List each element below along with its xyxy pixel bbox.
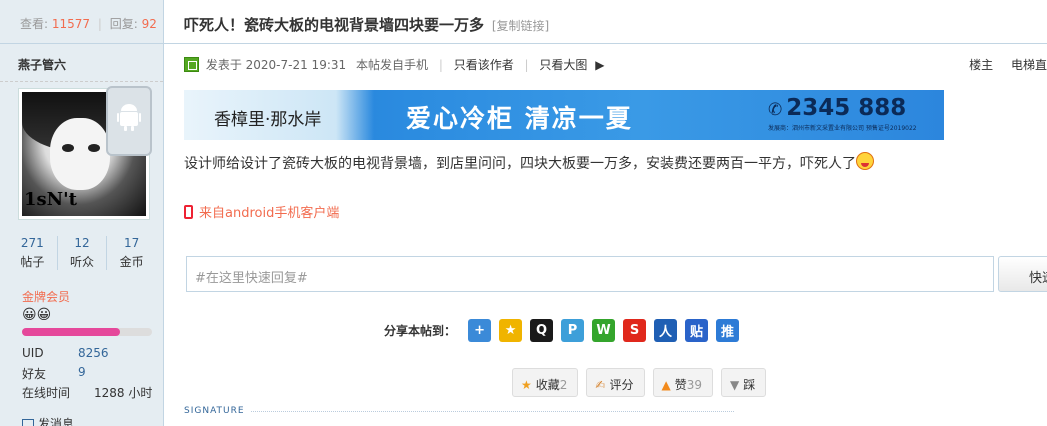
ad-banner[interactable]: 香樟里·那水岸 爱心冷柜 清凉一夏 ✆ 2345 888 发展商：泗州市新文采置业…	[184, 90, 944, 140]
up-arrow-icon: ▲	[661, 378, 671, 392]
share-label: 分享本帖到：	[384, 323, 457, 338]
copy-link[interactable]: [复制链接]	[492, 19, 549, 33]
quick-reply-input[interactable]: #在这里快速回复#	[186, 256, 994, 292]
like-button-count: 39	[686, 378, 703, 392]
banner-phone: ✆ 2345 888	[768, 95, 907, 121]
meta-online-time: 在线时间 1288 小时	[22, 386, 153, 400]
post-content: 设计师给设计了瓷砖大板的电视背景墙，到店里问问，四块大板要一万多，安装费还要两百…	[184, 152, 874, 173]
star-icon: ★	[521, 378, 532, 392]
rank-smiley-icon: 😀😀	[22, 307, 52, 323]
send-message-link[interactable]: 发消息	[22, 415, 74, 426]
author-name[interactable]: 燕子管六	[0, 44, 163, 82]
replies-count: 92	[141, 17, 157, 31]
wechat-icon[interactable]: W	[592, 318, 616, 342]
post-meta: 发表于 2020-7-21 19:31 本帖发自手机 | 只看该作者 | 只看大…	[184, 56, 1047, 74]
qq-icon[interactable]: Q	[530, 318, 554, 342]
dislike-button[interactable]: ▼ 踩	[721, 368, 767, 397]
rate-button[interactable]: ✍ 评分	[586, 368, 645, 397]
online-status-icon	[184, 57, 199, 72]
qzone-icon[interactable]: ★	[499, 318, 523, 342]
renren-icon[interactable]: 人	[654, 318, 678, 342]
author-counts: 271 帖子 12 听众 17 金币	[0, 236, 164, 270]
thread-page: 查看: 11577 | 回复: 92 燕子管六 1sN't 271 帖子 12 …	[0, 0, 1047, 426]
phone-icon: ✆	[768, 100, 783, 120]
views-count: 11577	[51, 17, 91, 31]
post-area: 吓死人！瓷砖大板的电视背景墙四块要一万多 [复制链接] 发表于 2020-7-2…	[164, 0, 1047, 426]
like-button-label: 赞	[674, 378, 687, 392]
favorite-button-count: 2	[559, 378, 568, 392]
signature-divider: SIGNATURE	[184, 406, 734, 416]
scared-emoji-icon	[856, 152, 874, 170]
replies-label: 回复:	[109, 17, 138, 31]
member-rank[interactable]: 金牌会员	[22, 288, 70, 305]
mobile-icon	[184, 205, 193, 219]
thread-title: 吓死人！瓷砖大板的电视背景墙四块要一万多	[184, 16, 485, 34]
quick-reply-button[interactable]: 快速	[998, 256, 1047, 292]
count-coins[interactable]: 17 金币	[107, 236, 156, 270]
post-actions: ★ 收藏2 ✍ 评分 ▲ 赞39 ▼ 踩	[512, 368, 774, 397]
arrow-right-icon: ▶	[595, 58, 605, 72]
banner-slogan: 爱心冷柜 清凉一夏	[406, 104, 633, 133]
down-arrow-icon: ▼	[730, 378, 740, 392]
dislike-button-label: 踩	[743, 378, 756, 392]
author-meta: UID 8256 好友 9 在线时间 1288 小时	[22, 346, 152, 403]
author-sidebar: 查看: 11577 | 回复: 92 燕子管六 1sN't 271 帖子 12 …	[0, 0, 164, 426]
avatar-text: 1sN't	[24, 189, 77, 210]
thread-header: 吓死人！瓷砖大板的电视背景墙四块要一万多 [复制链接]	[164, 0, 1047, 44]
only-author-link[interactable]: 只看该作者	[454, 58, 514, 72]
post-time: 发表于 2020-7-21 19:31	[205, 58, 347, 72]
rank-progress-bar	[22, 328, 152, 336]
only-big-image-link[interactable]: 只看大图	[539, 58, 587, 72]
thumb-icon: ✍	[595, 378, 606, 392]
count-posts[interactable]: 271 帖子	[8, 236, 58, 270]
rate-button-label: 评分	[609, 378, 634, 392]
favorite-button[interactable]: ★ 收藏2	[512, 368, 579, 397]
favorite-button-label: 收藏	[535, 378, 560, 392]
huaban-icon[interactable]: 推	[716, 318, 740, 342]
count-followers[interactable]: 12 听众	[58, 236, 108, 270]
banner-sub: 发展商：泗州市新文采置业有限公司 预售证号2019022	[768, 125, 917, 132]
tieba-icon[interactable]: 贴	[685, 318, 709, 342]
from-mobile-link[interactable]: 来自android手机客户端	[184, 202, 339, 221]
share-bar: 分享本帖到： + ★ Q P W S 人贴推	[384, 318, 740, 342]
sina-weibo-icon[interactable]: S	[623, 318, 647, 342]
floor-label: 楼主	[969, 58, 994, 72]
android-device-icon	[106, 86, 152, 156]
meta-uid: UID 8256	[22, 346, 109, 360]
meta-friends: 好友 9	[22, 365, 86, 381]
like-button[interactable]: ▲ 赞39	[652, 368, 714, 397]
thread-stats: 查看: 11577 | 回复: 92	[0, 0, 163, 44]
banner-brand: 香樟里·那水岸	[184, 90, 374, 140]
views-label: 查看:	[20, 17, 49, 31]
post-device: 本帖发自手机	[355, 58, 428, 72]
elevator-link[interactable]: 电梯直	[1011, 58, 1047, 72]
mail-icon	[22, 419, 34, 426]
tencent-weibo-icon[interactable]: P	[561, 318, 585, 342]
share-more-icon[interactable]: +	[468, 318, 492, 342]
